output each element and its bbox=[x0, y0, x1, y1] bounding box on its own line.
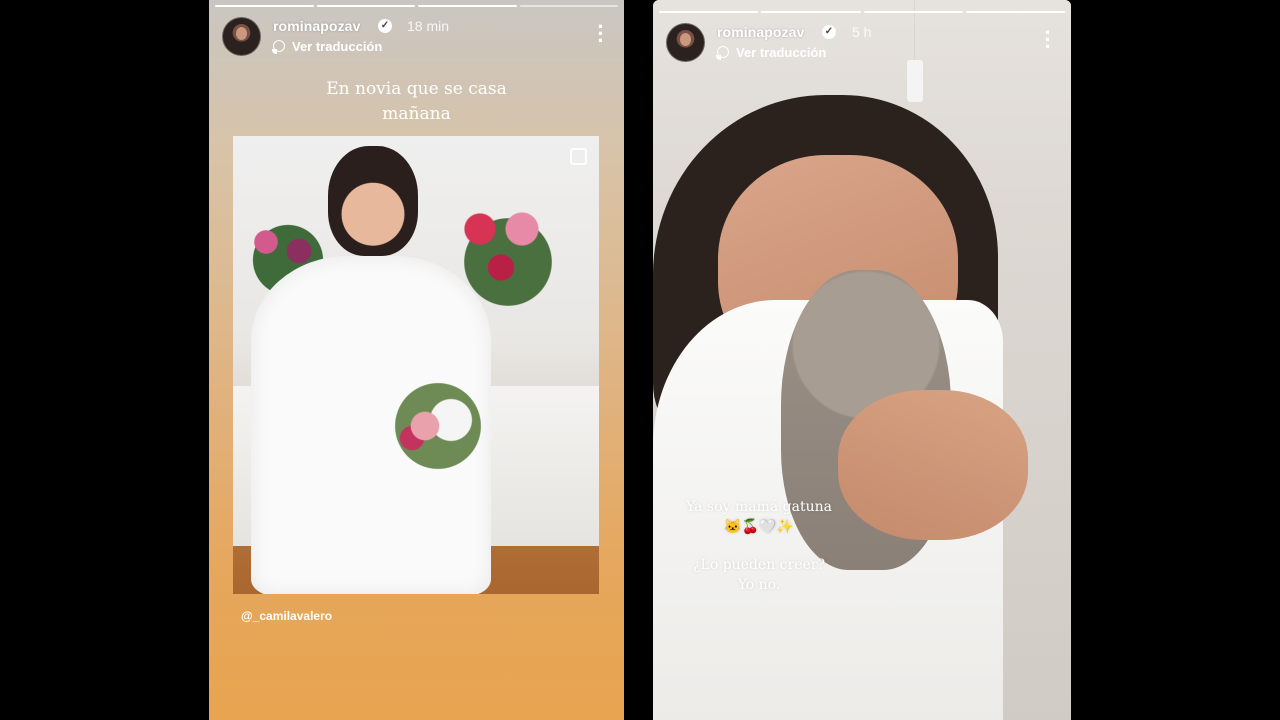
lamp bbox=[907, 60, 923, 102]
story-progress-bar bbox=[659, 11, 1065, 13]
progress-segment bbox=[519, 5, 618, 7]
bride-head bbox=[328, 146, 418, 256]
caption-line: mañana bbox=[382, 104, 451, 124]
story-photo bbox=[653, 0, 1071, 720]
story-caption: Ya soy mamá gatuna 🐱🍒🤍✨ ¿Lo pueden creer… bbox=[653, 497, 865, 595]
username[interactable]: rominapozav bbox=[717, 24, 804, 40]
progress-segment bbox=[863, 11, 963, 13]
progress-segment bbox=[761, 11, 861, 13]
caption-line: Yo no. bbox=[737, 577, 781, 593]
caption-line: ¿Lo pueden creer? bbox=[693, 557, 825, 573]
multi-photo-icon bbox=[570, 148, 587, 165]
verified-badge-icon: ✓ bbox=[378, 19, 392, 33]
translate-label: Ver traducción bbox=[736, 45, 827, 60]
caption-line: Ya soy mamá gatuna bbox=[686, 499, 832, 515]
progress-segment bbox=[965, 11, 1065, 13]
progress-segment bbox=[215, 5, 314, 7]
story-panel-2[interactable]: rominapozav ✓ 5 h Ver traducción · · · Ya … bbox=[653, 0, 1071, 720]
story-header: rominapozav ✓ 18 min Ver traducción · · · bbox=[222, 16, 611, 57]
bouquet bbox=[373, 366, 503, 486]
story-progress-bar bbox=[215, 5, 618, 7]
avatar[interactable] bbox=[666, 23, 705, 62]
mention-tag[interactable]: @_camilavalero bbox=[241, 609, 332, 623]
more-vertical-icon[interactable]: · · · bbox=[1038, 22, 1058, 58]
story-panel-1[interactable]: rominapozav ✓ 18 min Ver traducción · · · … bbox=[209, 0, 624, 720]
story-caption: En novia que se casa mañana bbox=[209, 77, 624, 127]
caption-emoji-line: 🐱🍒🤍✨ bbox=[724, 519, 794, 535]
username[interactable]: rominapozav bbox=[273, 18, 360, 34]
story-header: rominapozav ✓ 5 h Ver traducción · · · bbox=[666, 22, 1058, 63]
time-ago: 5 h bbox=[852, 24, 872, 40]
progress-segment bbox=[659, 11, 759, 13]
translate-icon bbox=[272, 40, 285, 54]
verified-badge-icon: ✓ bbox=[822, 25, 836, 39]
translate-label: Ver traducción bbox=[292, 39, 383, 54]
time-ago: 18 min bbox=[407, 18, 450, 34]
translate-icon bbox=[716, 46, 729, 60]
avatar[interactable] bbox=[222, 17, 261, 56]
caption-line: En novia que se casa bbox=[326, 79, 507, 99]
translate-link[interactable]: Ver traducción bbox=[716, 45, 827, 60]
story-photo bbox=[233, 136, 599, 594]
hand bbox=[838, 390, 1028, 540]
more-vertical-icon[interactable]: · · · bbox=[591, 16, 611, 52]
progress-segment bbox=[316, 5, 415, 7]
progress-segment bbox=[418, 5, 517, 7]
translate-link[interactable]: Ver traducción bbox=[272, 39, 383, 54]
